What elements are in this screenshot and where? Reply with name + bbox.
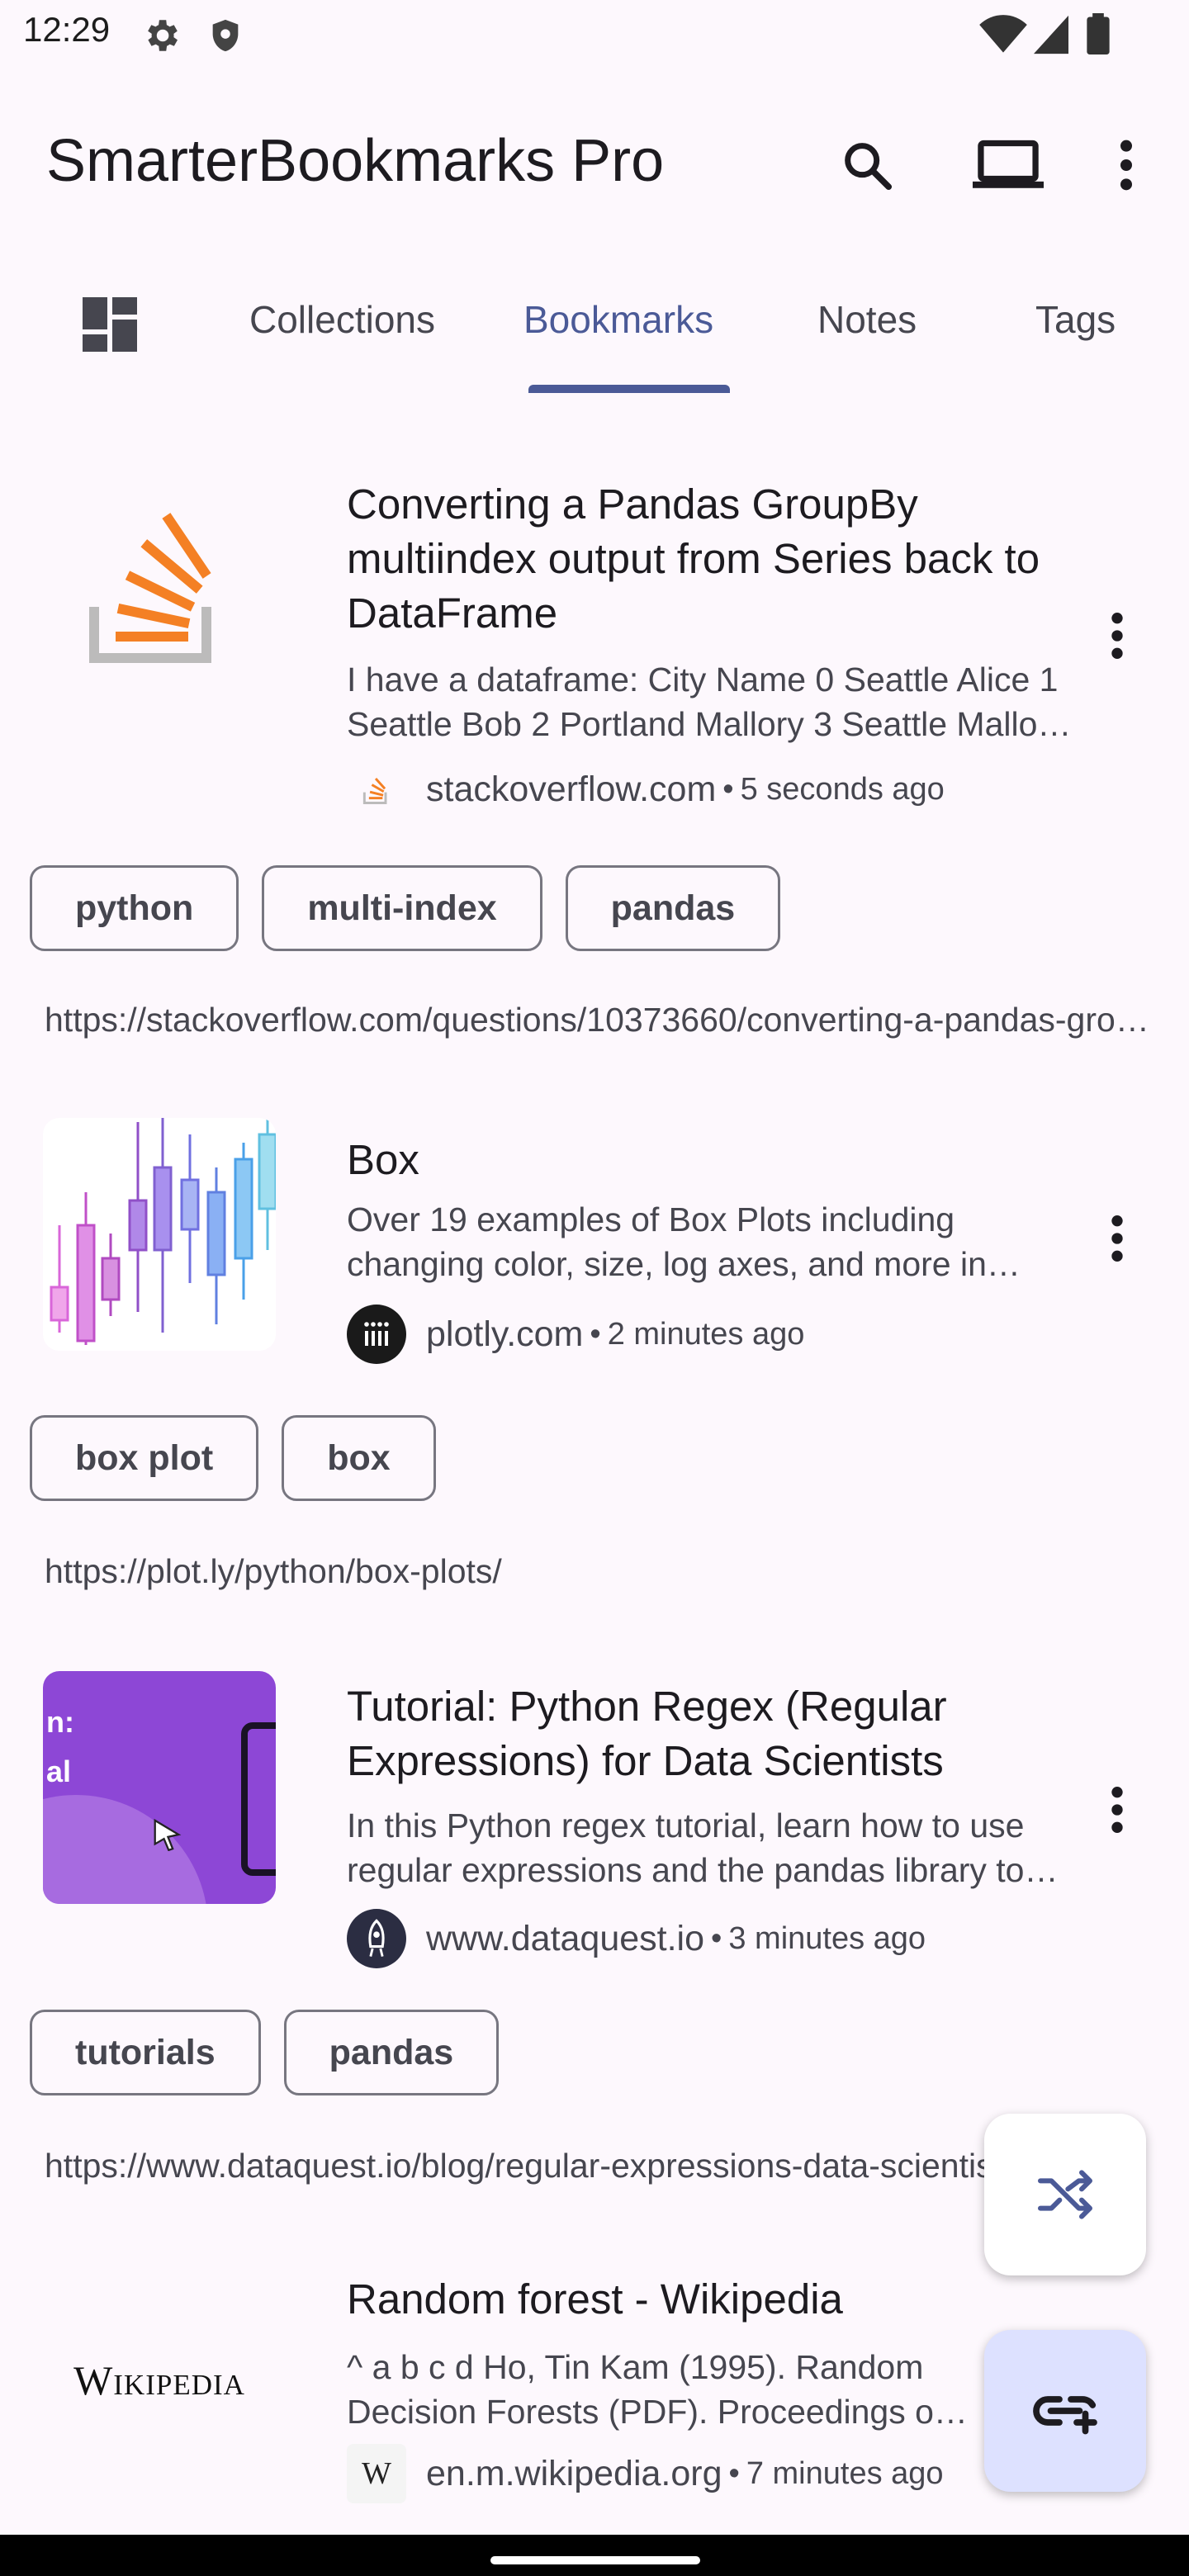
box-plot-thumbnail	[43, 1118, 276, 1351]
bookmark-time: 2 minutes ago	[607, 1316, 805, 1352]
thumbnail-device-shape	[241, 1722, 276, 1876]
search-icon[interactable]	[836, 134, 898, 197]
cursor-icon	[154, 1818, 182, 1851]
dataquest-favicon-icon	[347, 1909, 406, 1968]
stackoverflow-logo-thumbnail	[43, 471, 276, 703]
bookmark-more-icon[interactable]	[1097, 603, 1138, 669]
wifi-icon	[979, 15, 1027, 53]
wikipedia-wordmark: Wikipedia	[73, 2357, 245, 2403]
add-link-icon	[1033, 2396, 1097, 2435]
tab-bar: Collections Bookmarks Notes Tags	[0, 281, 1189, 396]
bookmark-time: 7 minutes ago	[746, 2455, 944, 2491]
app-bar: SmarterBookmarks Pro	[0, 124, 1189, 206]
bookmark-time: 5 seconds ago	[740, 771, 945, 807]
app-title: SmarterBookmarks Pro	[46, 128, 665, 194]
tag-chip-group: box plot box	[30, 1415, 436, 1506]
tab-notes[interactable]: Notes	[817, 297, 917, 342]
tag-chip[interactable]: pandas	[565, 865, 781, 951]
meta-separator: •	[722, 771, 734, 807]
tag-chip-group: tutorials pandas	[30, 2010, 500, 2100]
plotly-favicon-icon	[347, 1305, 406, 1364]
bookmark-meta: www.dataquest.io • 3 minutes ago	[347, 1909, 926, 1968]
dashboard-icon[interactable]	[83, 297, 137, 352]
navigation-bar	[0, 2535, 1189, 2576]
add-link-button[interactable]	[984, 2330, 1146, 2492]
battery-icon	[1087, 13, 1110, 54]
bookmark-description: I have a dataframe: City Name 0 Seattle …	[347, 661, 1066, 743]
wikipedia-favicon-text: W	[362, 2456, 391, 2491]
meta-separator: •	[711, 1920, 722, 1956]
tag-chip[interactable]: box	[282, 1415, 436, 1501]
cast-icon[interactable]	[971, 134, 1045, 197]
shuffle-icon	[1038, 2170, 1092, 2219]
cellular-signal-icon	[1034, 15, 1068, 54]
meta-separator: •	[728, 2455, 740, 2491]
thumbnail-text: n: al	[46, 1698, 74, 1797]
tab-tags[interactable]: Tags	[1035, 297, 1116, 342]
bookmark-domain: en.m.wikipedia.org	[426, 2453, 722, 2493]
bookmark-domain: plotly.com	[426, 1314, 584, 1354]
more-vert-icon[interactable]	[1097, 134, 1156, 197]
bookmark-more-icon[interactable]	[1097, 1205, 1138, 1271]
bookmark-domain: stackoverflow.com	[426, 769, 717, 809]
bookmark-title[interactable]: Box	[347, 1133, 1090, 1187]
wikipedia-thumbnail: Wikipedia	[43, 2264, 276, 2497]
tag-chip[interactable]: tutorials	[30, 2010, 261, 2095]
bookmark-title[interactable]: Converting a Pandas GroupBy multiindex o…	[347, 477, 1090, 641]
tag-chip[interactable]: pandas	[283, 2010, 500, 2095]
bookmark-description: In this Python regex tutorial, learn how…	[347, 1807, 1025, 1889]
bookmark-url[interactable]: https://stackoverflow.com/questions/1037…	[45, 1001, 1151, 1039]
status-time: 12:29	[23, 10, 111, 49]
thumbnail-text-line: n:	[46, 1705, 74, 1739]
home-gesture-handle[interactable]	[490, 2556, 700, 2564]
tag-chip[interactable]: python	[30, 865, 239, 951]
settings-gear-icon	[148, 20, 178, 51]
thumbnail-text-line: al	[46, 1754, 72, 1788]
bookmark-meta: stackoverflow.com • 5 seconds ago	[347, 760, 945, 819]
bookmark-meta: plotly.com • 2 minutes ago	[347, 1305, 804, 1364]
bookmark-description: Over 19 examples of Box Plots including …	[347, 1200, 987, 1283]
bookmark-url[interactable]: https://plot.ly/python/box-plots/	[45, 1552, 1151, 1591]
bookmark-title[interactable]: Random forest - Wikipedia	[347, 2272, 1090, 2327]
stackoverflow-favicon-icon	[347, 760, 406, 819]
tab-collections[interactable]: Collections	[249, 297, 435, 342]
thumbnail-shape	[43, 1795, 208, 1904]
status-bar: 12:29	[0, 0, 1189, 69]
wikipedia-favicon-icon: W	[347, 2444, 406, 2503]
tag-chip[interactable]: box plot	[30, 1415, 259, 1501]
meta-separator: •	[590, 1316, 601, 1352]
shuffle-button[interactable]	[984, 2114, 1146, 2275]
tab-bookmarks[interactable]: Bookmarks	[523, 297, 713, 342]
bookmark-more-icon[interactable]	[1097, 1777, 1138, 1843]
tag-chip-group: python multi-index pandas	[30, 865, 781, 956]
bookmark-domain: www.dataquest.io	[426, 1918, 705, 1958]
dataquest-thumbnail: n: al	[43, 1671, 276, 1904]
tag-chip[interactable]: multi-index	[262, 865, 542, 951]
bookmark-time: 3 minutes ago	[728, 1920, 926, 1956]
screen: 12:29 SmarterBookmarks Pro Collections B…	[0, 0, 1189, 2535]
bookmark-meta: W en.m.wikipedia.org • 7 minutes ago	[347, 2444, 944, 2503]
tab-indicator	[528, 385, 730, 393]
bookmark-description: ^ a b c d Ho, Tin Kam (1995). Random Dec…	[347, 2348, 944, 2431]
bookmark-url[interactable]: https://www.dataquest.io/blog/regular-ex…	[45, 2147, 986, 2185]
shield-icon	[212, 19, 239, 52]
bookmark-title[interactable]: Tutorial: Python Regex (Regular Expressi…	[347, 1679, 1090, 1788]
